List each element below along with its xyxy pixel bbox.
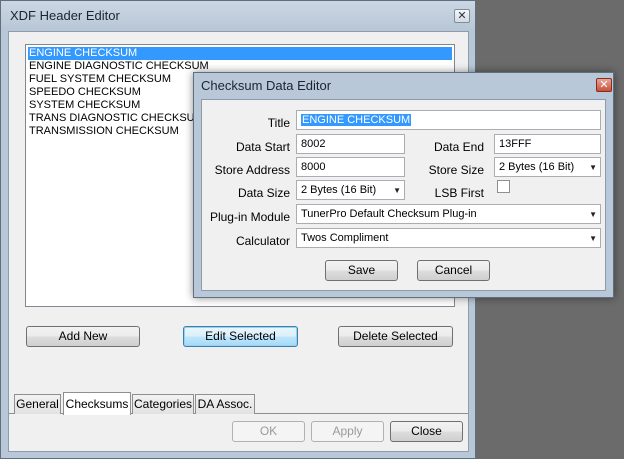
title-label: Title bbox=[267, 116, 290, 130]
data-size-select[interactable]: 2 Bytes (16 Bit) ▼ bbox=[296, 180, 405, 200]
ok-button[interactable]: OK bbox=[232, 421, 305, 442]
checksum-data-editor-dialog: Checksum Data Editor ✕ Title ENGINE CHEC… bbox=[193, 72, 614, 298]
plugin-module-label: Plug-in Module bbox=[209, 210, 290, 224]
data-size-value: 2 Bytes (16 Bit) bbox=[301, 184, 377, 196]
dialog-title: Checksum Data Editor bbox=[201, 78, 332, 93]
xdf-window-title: XDF Header Editor bbox=[10, 8, 120, 23]
data-size-label: Data Size bbox=[237, 186, 290, 200]
data-end-input[interactable]: 13FFF bbox=[494, 134, 601, 154]
tab-checksums[interactable]: Checksums bbox=[63, 392, 131, 415]
title-input-value: ENGINE CHECKSUM bbox=[301, 114, 412, 126]
calculator-select[interactable]: Twos Compliment ▼ bbox=[296, 228, 601, 248]
store-address-input[interactable]: 8000 bbox=[296, 157, 405, 177]
calculator-value: Twos Compliment bbox=[301, 232, 389, 244]
tab-categories[interactable]: Categories bbox=[132, 394, 194, 414]
chevron-down-icon: ▼ bbox=[589, 210, 597, 219]
delete-selected-button[interactable]: Delete Selected bbox=[338, 326, 453, 347]
chevron-down-icon: ▼ bbox=[589, 234, 597, 243]
xdf-close-icon[interactable]: ✕ bbox=[454, 9, 470, 23]
save-button[interactable]: Save bbox=[325, 260, 398, 281]
tab-da-assoc[interactable]: DA Assoc. bbox=[195, 394, 255, 414]
dialog-close-icon[interactable]: ✕ bbox=[596, 78, 612, 92]
calculator-label: Calculator bbox=[235, 234, 290, 248]
chevron-down-icon: ▼ bbox=[589, 163, 597, 172]
checksum-list-item[interactable]: ENGINE CHECKSUM bbox=[28, 47, 452, 60]
store-size-label: Store Size bbox=[428, 163, 484, 177]
tab-general[interactable]: General bbox=[14, 394, 61, 414]
dialog-client-area: Title ENGINE CHECKSUM Data Start 8002 Da… bbox=[201, 99, 606, 291]
store-size-value: 2 Bytes (16 Bit) bbox=[499, 161, 575, 173]
plugin-module-value: TunerPro Default Checksum Plug-in bbox=[301, 208, 477, 220]
add-new-button[interactable]: Add New bbox=[26, 326, 140, 347]
xdf-title-bar[interactable]: XDF Header Editor ✕ bbox=[1, 1, 475, 31]
store-size-select[interactable]: 2 Bytes (16 Bit) ▼ bbox=[494, 157, 601, 177]
lsb-first-checkbox[interactable] bbox=[497, 180, 510, 193]
store-address-label: Store Address bbox=[214, 163, 290, 177]
chevron-down-icon: ▼ bbox=[393, 186, 401, 195]
plugin-module-select[interactable]: TunerPro Default Checksum Plug-in ▼ bbox=[296, 204, 601, 224]
title-input[interactable]: ENGINE CHECKSUM bbox=[296, 110, 601, 130]
cancel-button[interactable]: Cancel bbox=[417, 260, 490, 281]
data-start-input[interactable]: 8002 bbox=[296, 134, 405, 154]
close-button[interactable]: Close bbox=[390, 421, 463, 442]
data-start-label: Data Start bbox=[235, 140, 290, 154]
lsb-first-label: LSB First bbox=[434, 186, 484, 200]
apply-button[interactable]: Apply bbox=[311, 421, 384, 442]
edit-selected-button[interactable]: Edit Selected bbox=[183, 326, 298, 347]
data-end-label: Data End bbox=[433, 140, 484, 154]
